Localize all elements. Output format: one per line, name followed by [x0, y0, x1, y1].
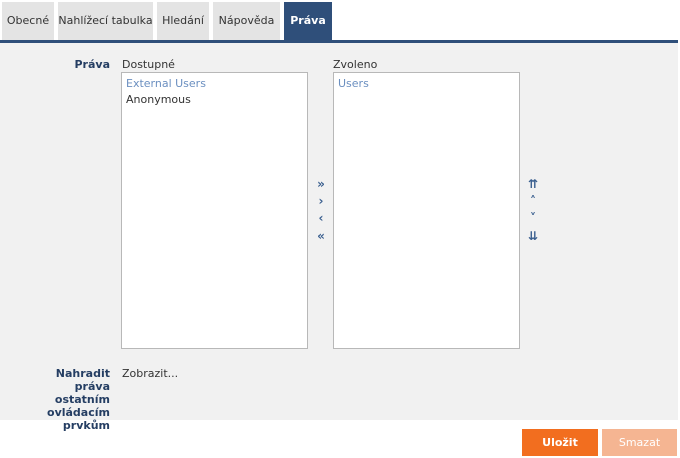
replace-rights-line: ovládacím	[47, 406, 110, 419]
tab-bar: Obecné Nahlížecí tabulka Hledání Nápověd…	[0, 0, 680, 43]
available-label: Dostupné	[122, 58, 175, 71]
list-item[interactable]: Users	[334, 76, 519, 92]
selected-label: Zvoleno	[333, 58, 378, 71]
tab-search[interactable]: Hledání	[157, 2, 209, 40]
move-bottom-icon[interactable]: ⇊	[526, 229, 540, 243]
tab-general[interactable]: Obecné	[2, 2, 54, 40]
move-down-icon[interactable]: ˅	[526, 211, 540, 225]
save-button[interactable]: Uložit	[522, 429, 598, 456]
rights-label: Práva	[74, 58, 110, 71]
list-item[interactable]: External Users	[122, 76, 307, 92]
remove-all-icon[interactable]: «	[314, 229, 328, 243]
delete-button[interactable]: Smazat	[602, 429, 677, 456]
replace-rights-line: Nahradit práva	[55, 367, 110, 393]
replace-rights-line: ostatním	[54, 393, 110, 406]
show-link[interactable]: Zobrazit...	[122, 367, 178, 380]
remove-one-icon[interactable]: ‹	[314, 211, 328, 225]
add-one-icon[interactable]: ›	[314, 194, 328, 208]
available-listbox[interactable]: External Users Anonymous	[121, 72, 308, 349]
add-all-icon[interactable]: »	[314, 177, 328, 191]
list-item[interactable]: Anonymous	[122, 92, 307, 108]
tab-lookup-table[interactable]: Nahlížecí tabulka	[58, 2, 153, 40]
move-top-icon[interactable]: ⇈	[526, 177, 540, 191]
move-up-icon[interactable]: ˄	[526, 194, 540, 208]
replace-rights-label: Nahradit práva ostatním ovládacím prvkům	[20, 367, 110, 432]
selected-listbox[interactable]: Users	[333, 72, 520, 349]
replace-rights-line: prvkům	[62, 419, 110, 432]
tab-rights[interactable]: Práva	[284, 2, 332, 40]
rights-panel: Práva Dostupné Zvoleno External Users An…	[0, 43, 678, 432]
tab-help[interactable]: Nápověda	[213, 2, 280, 40]
